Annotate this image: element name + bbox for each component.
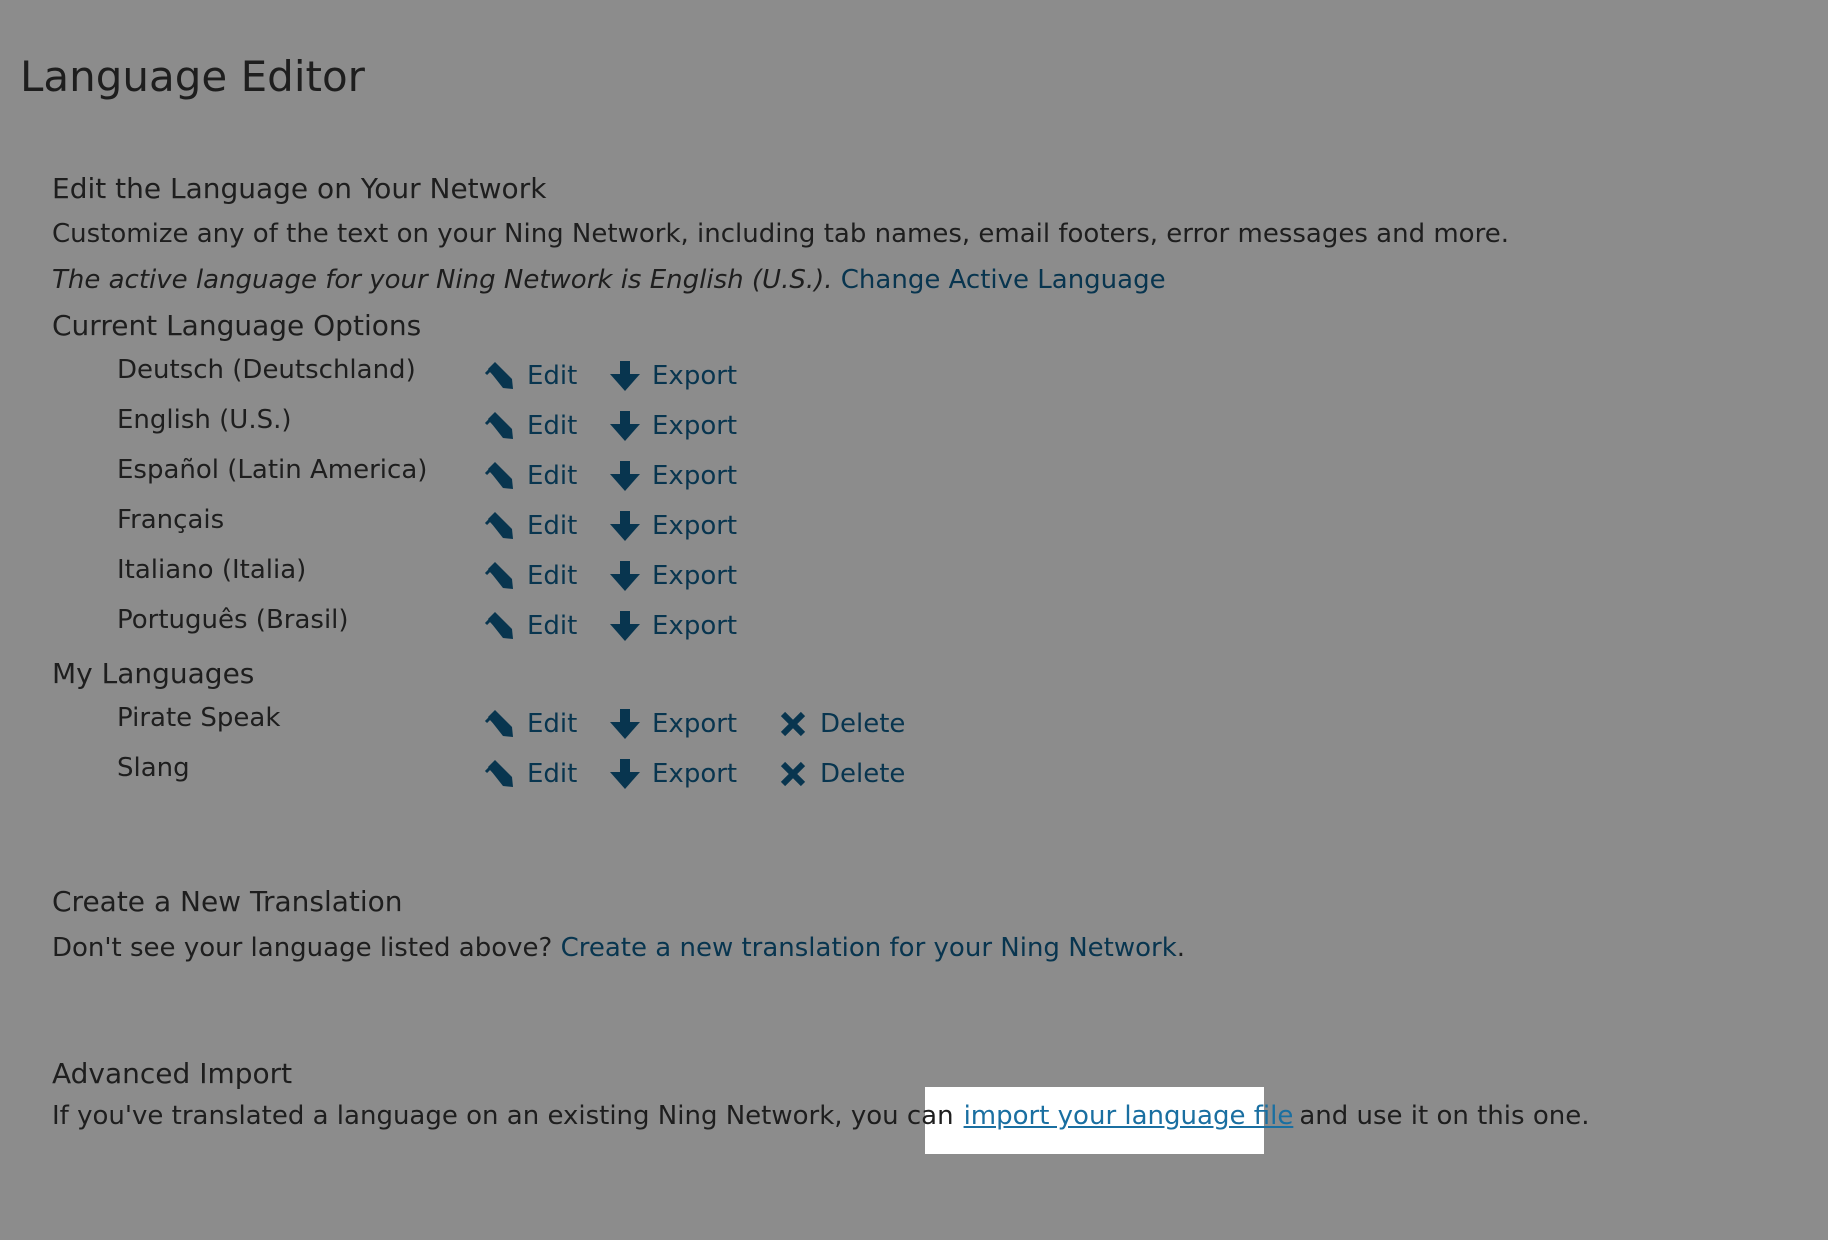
export-label: Export — [652, 411, 738, 441]
create-text-after: . — [1176, 933, 1186, 963]
edit-label: Edit — [527, 511, 578, 541]
create-section-text: Don't see your language listed above? Cr… — [52, 933, 1185, 963]
pencil-icon — [483, 459, 517, 493]
import-text-before: If you've translated a language on an ex… — [52, 1101, 954, 1131]
language-name: Français — [117, 505, 225, 535]
pencil-icon — [483, 359, 517, 393]
edit-link[interactable]: Edit — [483, 359, 577, 393]
language-name: Pirate Speak — [117, 703, 281, 733]
create-section-heading: Create a New Translation — [52, 885, 403, 918]
edit-label: Edit — [527, 561, 578, 591]
export-link[interactable]: Export — [608, 707, 737, 741]
edit-link[interactable]: Edit — [483, 609, 577, 643]
language-row: English (U.S.) Edit Export — [0, 405, 1000, 453]
delete-link[interactable]: Delete — [776, 707, 905, 741]
edit-link[interactable]: Edit — [483, 559, 577, 593]
language-name: English (U.S.) — [117, 405, 292, 435]
export-link[interactable]: Export — [608, 757, 737, 791]
active-language-text: The active language for your Ning Networ… — [52, 265, 833, 295]
export-label: Export — [652, 511, 738, 541]
language-name: Español (Latin America) — [117, 455, 428, 485]
edit-section-heading: Edit the Language on Your Network — [52, 172, 547, 205]
my-languages-heading: My Languages — [52, 657, 255, 690]
export-label: Export — [652, 361, 738, 391]
import-section-heading: Advanced Import — [52, 1057, 293, 1090]
edit-label: Edit — [527, 759, 578, 789]
download-arrow-icon — [608, 509, 642, 543]
download-arrow-icon — [608, 359, 642, 393]
export-link[interactable]: Export — [608, 459, 737, 493]
language-name: Italiano (Italia) — [117, 555, 307, 585]
edit-section-description: Customize any of the text on your Ning N… — [52, 219, 1509, 249]
change-active-language-link[interactable]: Change Active Language — [841, 265, 1166, 295]
export-label: Export — [652, 759, 738, 789]
language-row: Español (Latin America) Edit Export — [0, 455, 1000, 503]
language-row: Français Edit Export — [0, 505, 1000, 553]
export-link[interactable]: Export — [608, 559, 737, 593]
close-x-icon — [776, 757, 810, 791]
export-label: Export — [652, 461, 738, 491]
language-row: Italiano (Italia) Edit Export — [0, 555, 1000, 603]
page-title: Language Editor — [20, 52, 365, 101]
current-languages-heading: Current Language Options — [52, 309, 422, 342]
edit-link[interactable]: Edit — [483, 707, 577, 741]
import-section-text: If you've translated a language on an ex… — [52, 1101, 1589, 1131]
download-arrow-icon — [608, 459, 642, 493]
export-link[interactable]: Export — [608, 509, 737, 543]
edit-link[interactable]: Edit — [483, 509, 577, 543]
active-language-line: The active language for your Ning Networ… — [52, 265, 1166, 295]
import-text-after: and use it on this one. — [1299, 1101, 1590, 1131]
delete-label: Delete — [820, 709, 906, 739]
edit-label: Edit — [527, 611, 578, 641]
edit-link[interactable]: Edit — [483, 757, 577, 791]
pencil-icon — [483, 757, 517, 791]
delete-label: Delete — [820, 759, 906, 789]
download-arrow-icon — [608, 707, 642, 741]
download-arrow-icon — [608, 409, 642, 443]
edit-label: Edit — [527, 411, 578, 441]
language-row: Pirate Speak Edit Export Delete — [0, 703, 1000, 751]
language-row: Slang Edit Export Delete — [0, 753, 1000, 801]
export-label: Export — [652, 611, 738, 641]
export-link[interactable]: Export — [608, 409, 737, 443]
language-name: Deutsch (Deutschland) — [117, 355, 416, 385]
export-link[interactable]: Export — [608, 609, 737, 643]
edit-link[interactable]: Edit — [483, 459, 577, 493]
edit-link[interactable]: Edit — [483, 409, 577, 443]
export-label: Export — [652, 709, 738, 739]
create-translation-link[interactable]: Create a new translation for your Ning N… — [561, 933, 1177, 963]
close-x-icon — [776, 707, 810, 741]
pencil-icon — [483, 707, 517, 741]
edit-label: Edit — [527, 709, 578, 739]
create-text-before: Don't see your language listed above? — [52, 933, 553, 963]
language-name: Português (Brasil) — [117, 605, 349, 635]
export-label: Export — [652, 561, 738, 591]
pencil-icon — [483, 609, 517, 643]
download-arrow-icon — [608, 609, 642, 643]
edit-label: Edit — [527, 361, 578, 391]
edit-label: Edit — [527, 461, 578, 491]
language-row: Português (Brasil) Edit Export — [0, 605, 1000, 653]
delete-link[interactable]: Delete — [776, 757, 905, 791]
pencil-icon — [483, 409, 517, 443]
language-name: Slang — [117, 753, 190, 783]
import-language-file-link[interactable]: import your language file — [954, 1101, 1300, 1131]
language-row: Deutsch (Deutschland) Edit Export — [0, 355, 1000, 403]
download-arrow-icon — [608, 757, 642, 791]
download-arrow-icon — [608, 559, 642, 593]
pencil-icon — [483, 559, 517, 593]
export-link[interactable]: Export — [608, 359, 737, 393]
pencil-icon — [483, 509, 517, 543]
